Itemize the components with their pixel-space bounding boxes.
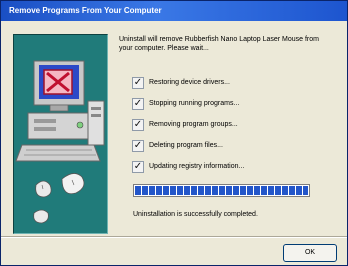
computer-icon	[15, 60, 105, 224]
step-label: Stopping running programs...	[149, 100, 240, 107]
divider	[1, 236, 347, 238]
intro-message: Uninstall will remove Rubberfish Nano La…	[119, 36, 319, 52]
title-bar: Remove Programs From Your Computer	[1, 1, 347, 21]
status-message: Uninstallation is successfully completed…	[133, 211, 258, 218]
progress-bar	[133, 184, 310, 197]
step-label: Removing program groups...	[149, 121, 238, 128]
uninstall-content: Uninstall will remove Rubberfish Nano La…	[119, 35, 339, 218]
delete-cross-icon	[43, 69, 73, 95]
uninstall-dialog: Remove Programs From Your Computer Unins…	[0, 0, 348, 266]
checkmark-icon: ✓	[132, 119, 144, 131]
checkmark-icon: ✓	[132, 140, 144, 152]
checkmark-icon: ✓	[132, 77, 144, 89]
step-item: ✓ Updating registry information...	[119, 161, 339, 175]
step-item: ✓ Removing program groups...	[119, 119, 339, 133]
step-label: Restoring device drivers...	[149, 79, 230, 86]
checkmark-icon: ✓	[132, 161, 144, 173]
checkmark-icon: ✓	[132, 98, 144, 110]
computer-illustration	[13, 34, 108, 234]
ok-button[interactable]: OK	[283, 244, 337, 262]
step-item: ✓ Restoring device drivers...	[119, 77, 339, 91]
step-label: Updating registry information...	[149, 163, 245, 170]
step-item: ✓ Deleting program files...	[119, 140, 339, 154]
progress-fill	[135, 186, 308, 195]
step-label: Deleting program files...	[149, 142, 223, 149]
step-item: ✓ Stopping running programs...	[119, 98, 339, 112]
mouse-icon	[33, 173, 85, 224]
